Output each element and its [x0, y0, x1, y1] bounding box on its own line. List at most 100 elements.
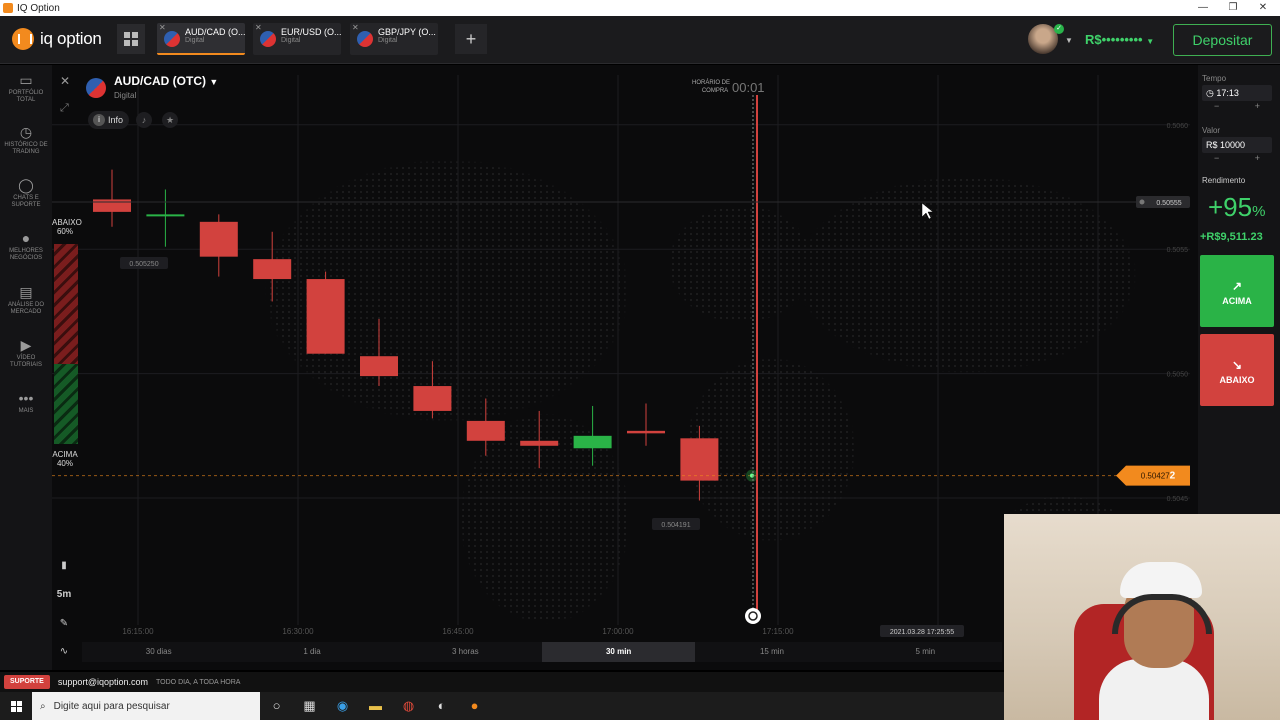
x-tick-label: 16:30:00 [282, 627, 314, 636]
y-tick-label: 0.5060 [1167, 123, 1189, 130]
time-plus-button[interactable]: + [1255, 101, 1260, 111]
high-price-label: 0.505250 [129, 261, 158, 268]
timeframe-option[interactable]: 15 min [695, 642, 848, 662]
sidebar-item-2[interactable]: ◯ CHATS E SUPORTE [0, 178, 52, 209]
webcam-person-cap [1120, 562, 1202, 598]
windows-start-button[interactable] [0, 692, 32, 720]
more-icon: ••• [18, 390, 34, 406]
timeframe-option[interactable]: 3 horas [389, 642, 542, 662]
sidebar-item-5[interactable]: ▶ VÍDEO TUTORIAIS [0, 338, 52, 369]
bell-icon[interactable]: ♪ [136, 112, 152, 128]
asset-tab-gbp-jpy[interactable]: ✕ GBP/JPY (O... Digital [350, 23, 438, 55]
timeframe-button[interactable]: 5m [52, 584, 76, 606]
chrome-icon[interactable]: ◍ [392, 692, 425, 720]
edge-icon[interactable]: ◉ [326, 692, 359, 720]
sentiment-down-fill [54, 244, 78, 364]
briefcase-icon: ▭ [19, 72, 33, 88]
asset-tab-aud-cad[interactable]: ✕ AUD/CAD (O... Digital [157, 23, 246, 55]
time-minus-button[interactable]: − [1214, 101, 1219, 111]
windows-icon [10, 700, 22, 712]
pencil-icon[interactable]: ✎ [52, 613, 76, 635]
asset-tab-eur-usd[interactable]: ✕ EUR/USD (O... Digital [253, 23, 342, 55]
call-up-button[interactable]: ↗ ACIMA [1200, 255, 1274, 327]
news-icon: ▤ [19, 284, 33, 300]
task-view-icon[interactable]: ▦ [293, 692, 326, 720]
asset-name[interactable]: AUD/CAD (OTC) ▼ [114, 74, 218, 88]
amount-plus-button[interactable]: + [1255, 153, 1260, 163]
sentiment-up-label: ACIMA [52, 450, 78, 459]
maximize-button[interactable]: ❐ [1218, 0, 1248, 16]
flag-icon [86, 78, 106, 98]
webcam-person-body [1099, 659, 1209, 720]
put-down-button[interactable]: ↘ ABAIXO [1200, 334, 1274, 406]
sidebar-item-4[interactable]: ▤ ANÁLISE DO MERCADO [0, 285, 52, 316]
close-tab-icon[interactable]: ✕ [352, 23, 359, 32]
tab-sub: Digital [185, 37, 205, 44]
candle-body [146, 214, 185, 217]
indicators-icon[interactable]: ∿ [52, 641, 76, 663]
purchase-time-label: HORÁRIO DE [692, 79, 730, 86]
timeframe-option[interactable]: 5 min [849, 642, 1002, 662]
candle-type-icon[interactable]: ▮ [52, 555, 76, 577]
sidebar-item-6[interactable]: ••• MAIS [0, 391, 52, 415]
close-tab-icon[interactable]: ✕ [159, 23, 166, 32]
y-tick-label: 0.5055 [1167, 247, 1189, 254]
close-tab-icon[interactable]: ✕ [255, 23, 262, 32]
info-button[interactable]: Info [88, 111, 130, 129]
top-bar: iq option ✕ AUD/CAD (O... Digital ✕ EUR/… [0, 16, 1280, 64]
time-label: Tempo [1202, 74, 1227, 83]
timeframe-option[interactable]: 1 dia [235, 642, 388, 662]
x-tick-label: 17:00:00 [602, 627, 634, 636]
support-email[interactable]: support@iqoption.com [58, 677, 148, 687]
close-window-button[interactable]: ✕ [1248, 0, 1278, 16]
chart-down-icon: ↘ [1231, 358, 1243, 372]
asset-name-text: AUD/CAD (OTC) [114, 74, 206, 88]
candle-body [413, 386, 452, 411]
timer-circle [745, 608, 761, 624]
timeframe-option[interactable]: 30 min [541, 642, 696, 662]
deposit-button[interactable]: Depositar [1173, 24, 1272, 56]
current-price-value: 0.504272 [1141, 471, 1176, 482]
chevron-down-icon[interactable]: ▼ [1065, 36, 1073, 45]
cortana-icon[interactable]: ○ [260, 692, 293, 720]
candle-body [360, 356, 398, 377]
sidebar-item-label: PORTFÓLIO TOTAL [8, 90, 44, 103]
bell-icon [1139, 199, 1145, 205]
close-chart-icon[interactable]: ✕ [60, 74, 70, 88]
sidebar-item-0[interactable]: ▭ PORTFÓLIO TOTAL [0, 73, 52, 104]
file-explorer-icon[interactable]: ▬ [359, 692, 392, 720]
iq-option-taskbar-icon[interactable]: ● [458, 692, 491, 720]
sentiment-down-label: ABAIXO [52, 218, 82, 227]
asset-grid-button[interactable] [117, 24, 145, 54]
podium-icon: ● [21, 230, 31, 246]
amount-minus-button[interactable]: − [1214, 153, 1219, 163]
minimize-button[interactable]: — [1188, 0, 1218, 16]
timeframe-selector: 30 dias 1 dia 3 horas 30 min 15 min 5 min [82, 642, 1002, 662]
sidebar-item-3[interactable]: ● MELHORES NEGÓCIOS [0, 231, 52, 262]
asset-type: Digital [114, 91, 137, 100]
logo[interactable]: iq option [12, 28, 102, 50]
taskbar-search[interactable]: ⌕ Digite aqui para pesquisar [32, 692, 260, 720]
app-icon [3, 3, 13, 13]
time-input[interactable]: ◷ 17:13 [1202, 85, 1272, 101]
support-button[interactable]: SUPORTE [4, 675, 50, 689]
star-icon[interactable]: ★ [162, 112, 178, 128]
timeframe-option[interactable]: 30 dias [82, 642, 235, 662]
taskbar-search-placeholder: Digite aqui para pesquisar [53, 700, 170, 712]
call-up-label: ACIMA [1222, 296, 1252, 306]
expand-icon[interactable]: ⤢ [60, 102, 69, 115]
countdown: 00:01 [732, 80, 765, 95]
amount-input[interactable]: R$ 10000 [1202, 137, 1272, 153]
x-tick-label: 16:15:00 [122, 627, 154, 636]
return-label: Rendimento [1202, 176, 1246, 185]
sidebar-item-1[interactable]: ◷ HISTÓRICO DE TRADING [0, 125, 52, 156]
obs-icon[interactable]: ◐ [425, 692, 458, 720]
expiry-datetime: 2021.03.28 17:25:55 [890, 629, 954, 636]
x-tick-label: 16:45:00 [442, 627, 474, 636]
balance-display[interactable]: R$••••••••• ▼ [1085, 32, 1154, 47]
add-asset-button[interactable]: + [455, 24, 487, 54]
sentiment-up: ACIMA 40% [52, 450, 78, 468]
candle-body [573, 435, 612, 449]
time-value: 17:13 [1216, 88, 1239, 98]
candle-body [466, 420, 505, 441]
